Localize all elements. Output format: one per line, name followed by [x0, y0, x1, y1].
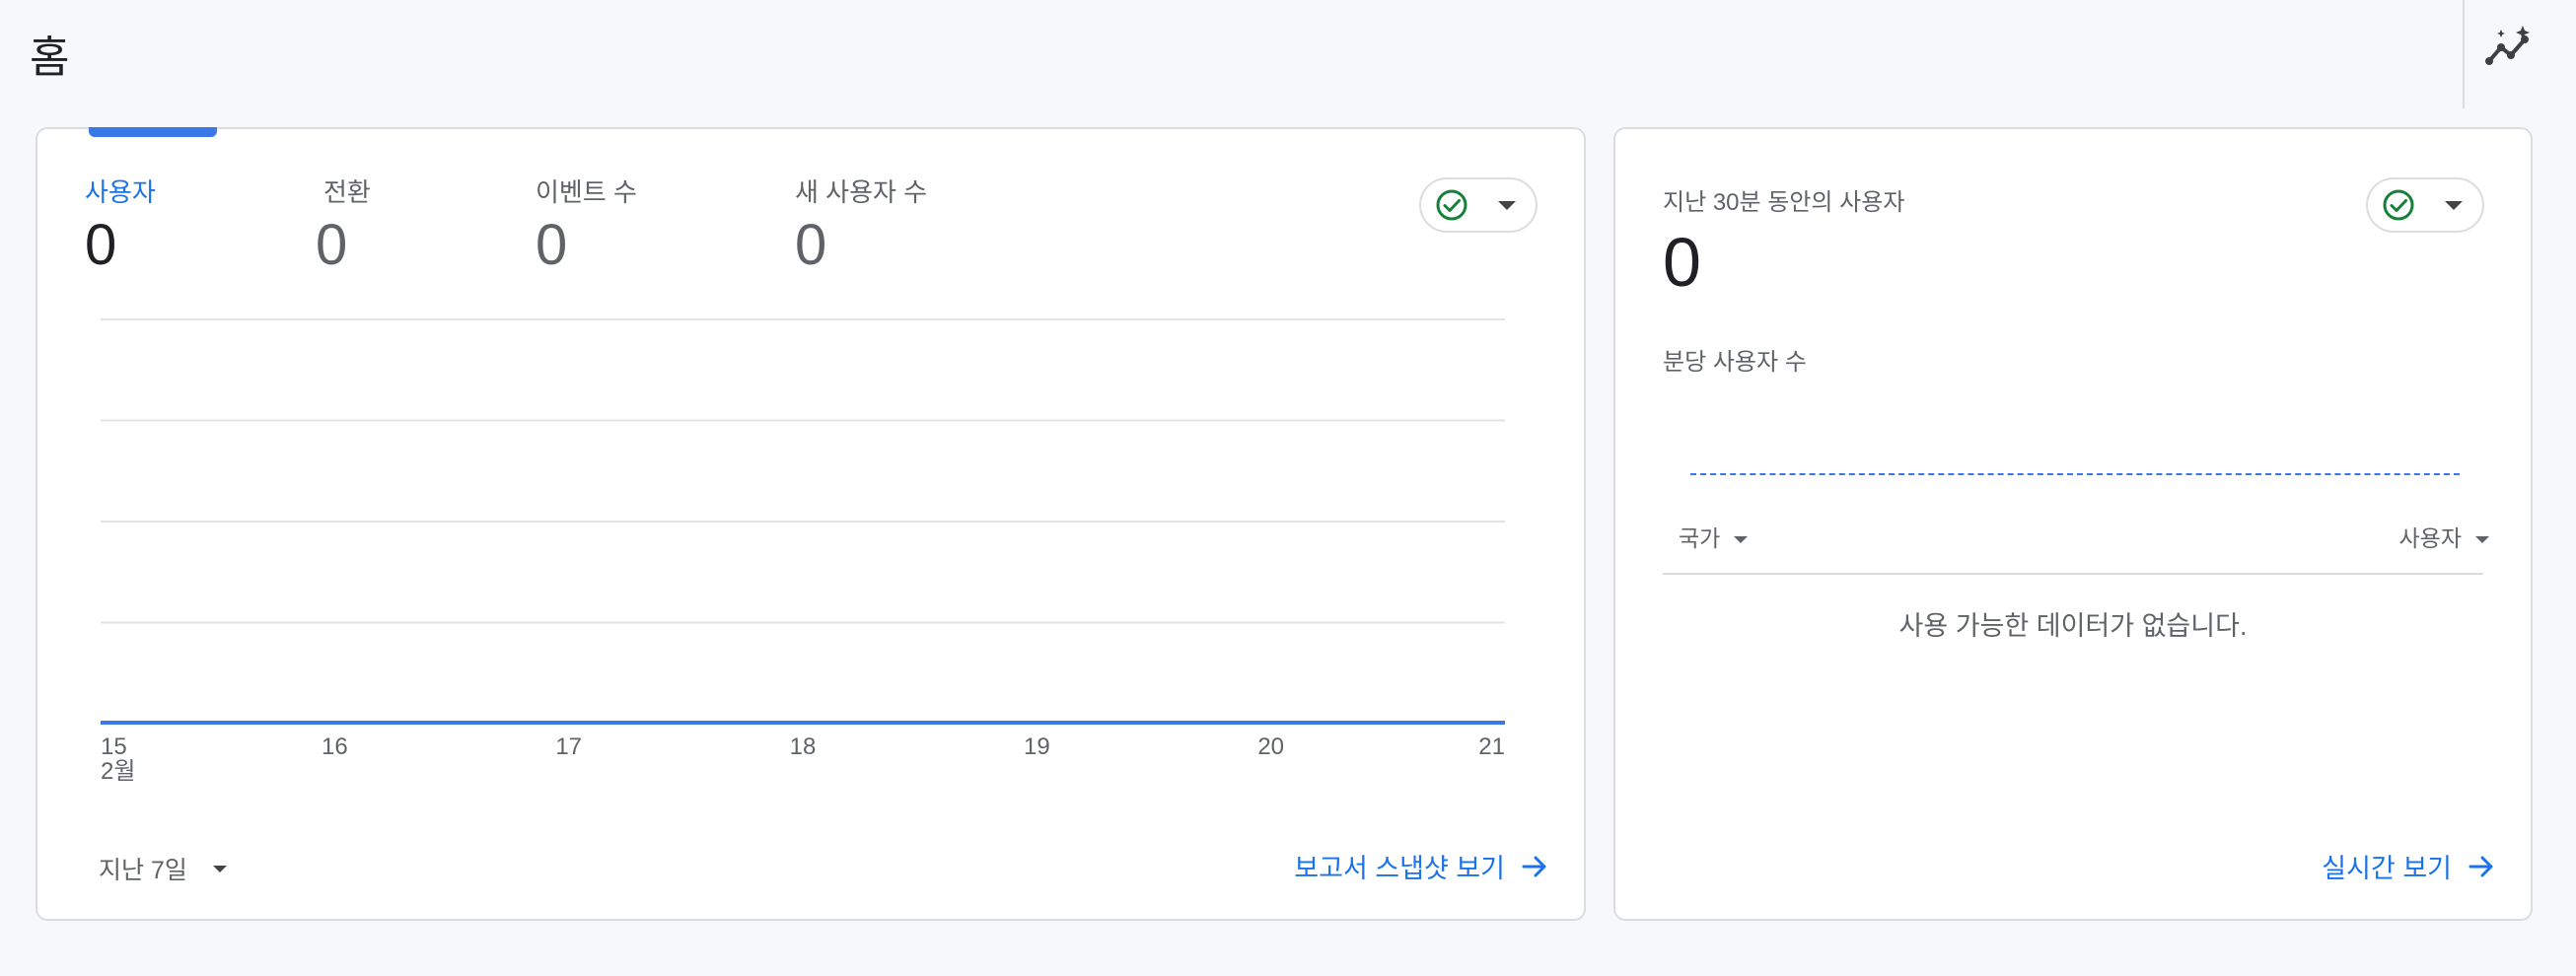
- chevron-down-icon: [2475, 536, 2489, 544]
- x-tick-label: 17: [555, 733, 582, 760]
- insights-button[interactable]: [2480, 20, 2540, 73]
- realtime-card: 지난 30분 동안의 사용자 0 분당 사용자 수 국가 사용자 사용 가능한 …: [1613, 127, 2533, 921]
- table-divider: [1663, 573, 2483, 575]
- active-tab-indicator: [89, 127, 217, 137]
- metric-value: 0: [795, 213, 827, 277]
- metric-label: 전환: [323, 177, 371, 207]
- x-tick-label: 19: [1024, 733, 1050, 760]
- arrow-right-icon: [1522, 856, 1546, 876]
- chevron-down-icon: [212, 865, 227, 872]
- per-minute-sparkline: [1690, 473, 2460, 475]
- metric-tab-new-users[interactable]: 새 사용자 수 0: [795, 173, 927, 274]
- link-label: 실시간 보기: [2322, 854, 2452, 883]
- x-tick-label: 18: [790, 733, 817, 760]
- metric-value: 0: [536, 213, 568, 277]
- x-tick-label: 16: [322, 733, 348, 760]
- overview-card: 사용자 0 전환 0 이벤트 수 0 새 사용자 수 0 15 16 17 18 19 2…: [36, 127, 1586, 921]
- country-column-header[interactable]: 국가: [1679, 520, 1749, 553]
- chevron-down-icon: [1734, 536, 1749, 544]
- empty-state-message: 사용 가능한 데이터가 없습니다.: [1898, 611, 2248, 641]
- x-tick-label: 15: [101, 733, 127, 760]
- realtime-title: 지난 30분 동안의 사용자: [1663, 189, 1905, 216]
- check-circle-icon: [1436, 189, 1467, 221]
- realtime-status-chip[interactable]: [2366, 177, 2484, 233]
- check-circle-icon: [2383, 189, 2414, 221]
- link-label: 보고서 스냅샷 보기: [1294, 854, 1505, 883]
- metric-tab-users[interactable]: 사용자 0: [85, 173, 156, 274]
- insights-icon: [2485, 26, 2530, 65]
- metric-label: 새 사용자 수: [795, 177, 928, 207]
- page-title: 홈: [30, 34, 70, 82]
- status-chip[interactable]: [1419, 177, 1538, 233]
- view-realtime-link[interactable]: 실시간 보기: [2322, 847, 2495, 885]
- metric-label: 사용자: [85, 177, 156, 207]
- column-label: 국가: [1679, 525, 1721, 551]
- column-label: 사용자: [2398, 525, 2462, 551]
- realtime-value: 0: [1663, 224, 1701, 301]
- metric-label: 이벤트 수: [536, 177, 637, 207]
- users-line-chart: 15 16 17 18 19 20 21 2월: [101, 318, 1505, 785]
- chevron-down-icon: [1498, 200, 1516, 210]
- top-divider: [2463, 0, 2465, 108]
- x-tick-sublabel: 2월: [101, 758, 135, 785]
- date-range-label: 지난 7일: [99, 857, 187, 884]
- metric-tab-conversions[interactable]: 전환 0: [316, 173, 371, 274]
- metric-value: 0: [85, 213, 117, 277]
- realtime-subtitle: 분당 사용자 수: [1663, 349, 1807, 376]
- users-column-header[interactable]: 사용자: [2399, 520, 2489, 553]
- metric-tab-event-count[interactable]: 이벤트 수 0: [536, 173, 637, 274]
- metric-value: 0: [316, 213, 348, 277]
- view-report-snapshot-link[interactable]: 보고서 스냅샷 보기: [1294, 847, 1548, 885]
- x-tick-label: 21: [1478, 733, 1505, 760]
- x-tick-label: 20: [1257, 733, 1284, 760]
- arrow-right-icon: [2469, 856, 2493, 876]
- chevron-down-icon: [2445, 200, 2463, 210]
- date-range-selector[interactable]: 지난 7일: [99, 851, 227, 886]
